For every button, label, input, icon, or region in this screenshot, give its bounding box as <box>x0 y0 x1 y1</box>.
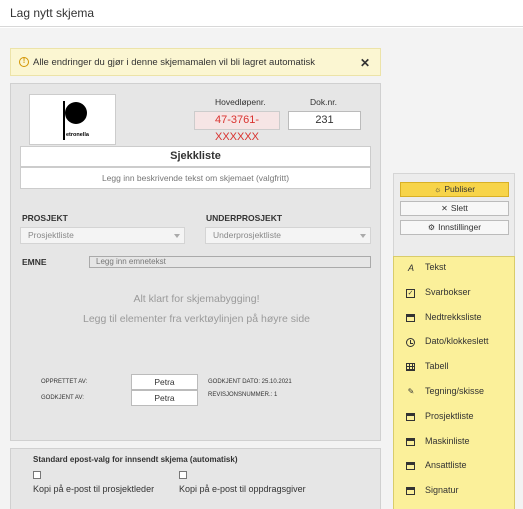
element-toolbox: A Tekst ✓ Svarbokser Nedtrekksliste Dato… <box>393 256 515 509</box>
form-title-input[interactable]: Sjekkliste <box>20 146 371 167</box>
hovedlopenr-field[interactable]: 47-3761-XXXXXX <box>194 111 280 143</box>
pencil-icon: ✎ <box>407 387 415 396</box>
empty-state-title: Alt klart for skjemabygging! <box>133 293 260 305</box>
gear-icon: ⚙ <box>427 223 436 232</box>
chevron-down-icon <box>174 234 180 238</box>
prosjektleder-checkbox-label: Kopi på e-post til prosjektleder <box>33 484 155 494</box>
email-options-heading: Standard epost-valg for innsendt skjema … <box>33 455 238 464</box>
prosjekt-label: PROSJEKT <box>22 213 68 223</box>
doknr-field[interactable]: 231 <box>288 111 361 130</box>
window-title: Lag nytt skjema <box>0 0 523 27</box>
chevron-down-icon <box>360 234 366 238</box>
table-icon <box>406 462 415 471</box>
prosjektleder-checkbox[interactable] <box>33 471 41 479</box>
table-icon <box>406 437 415 446</box>
checkbox-icon: ✓ <box>406 288 415 298</box>
underprosjekt-select[interactable]: Underprosjektliste <box>205 227 371 244</box>
oppdragsgiver-checkbox[interactable] <box>179 471 187 479</box>
form-description-input[interactable]: Legg inn beskrivende tekst om skjemaet (… <box>20 167 371 189</box>
oppdragsgiver-checkbox-label: Kopi på e-post til oppdragsgiver <box>179 484 306 494</box>
company-logo[interactable]: etronella <box>29 94 116 145</box>
autosave-notice: ! Alle endringer du gjør i denne skjemam… <box>10 48 381 76</box>
godkjent-field[interactable]: Petra <box>131 390 198 406</box>
opprettet-label: OPPRETTET AV: <box>41 379 88 385</box>
tool-maskinliste[interactable]: Maskinliste <box>394 431 514 456</box>
tool-ansattliste[interactable]: Ansattliste <box>394 455 514 480</box>
actions-panel: ☼ Publiser ✕ Slett ⚙ Innstillinger <box>393 173 515 266</box>
grid-icon <box>406 363 415 372</box>
close-icon[interactable]: ✕ <box>360 56 370 70</box>
godkjent-label: GODKJENT AV: <box>41 395 84 401</box>
underprosjekt-label: UNDERPROSJEKT <box>206 213 283 223</box>
tool-dato-klokkeslett[interactable]: Dato/klokkeslett <box>394 331 514 356</box>
empty-state-hint: Legg til elementer fra verktøylinjen på … <box>82 313 311 325</box>
tool-tekst[interactable]: A Tekst <box>394 257 514 282</box>
main-area: ! Alle endringer du gjør i denne skjemam… <box>0 28 523 509</box>
revisjonsnummer: REVISJONSNUMMER.: 1 <box>208 392 278 398</box>
form-panel: etronella Hovedløpenr. 47-3761-XXXXXX Do… <box>10 83 381 441</box>
close-icon: ✕ <box>441 204 448 213</box>
delete-button[interactable]: ✕ Slett <box>400 201 509 216</box>
tool-svarbokser[interactable]: ✓ Svarbokser <box>394 282 514 307</box>
table-icon <box>406 487 415 496</box>
godkjent-dato: GODKJENT DATO: 25.10.2021 <box>208 379 292 385</box>
logo-text: etronella <box>66 132 89 138</box>
table-icon <box>406 313 415 322</box>
emne-input[interactable]: Legg inn emnetekst <box>89 256 371 268</box>
settings-button[interactable]: ⚙ Innstillinger <box>400 220 509 235</box>
table-icon <box>406 412 415 421</box>
tool-prosjektliste[interactable]: Prosjektliste <box>394 406 514 431</box>
tool-signatur[interactable]: Signatur <box>394 480 514 505</box>
publish-button[interactable]: ☼ Publiser <box>400 182 509 197</box>
tool-tegning-skisse[interactable]: ✎ Tegning/skisse <box>394 381 514 406</box>
warning-icon: ! <box>19 57 29 67</box>
email-options-panel: Standard epost-valg for innsendt skjema … <box>10 448 381 509</box>
text-icon: A <box>407 263 414 273</box>
hovedlopenr-label: Hovedløpenr. <box>215 97 266 107</box>
doknr-label: Dok.nr. <box>310 97 337 107</box>
tool-nedtrekksliste[interactable]: Nedtrekksliste <box>394 307 514 332</box>
emne-label: EMNE <box>22 257 47 267</box>
tool-tabell[interactable]: Tabell <box>394 356 514 381</box>
globe-icon: ☼ <box>433 185 442 194</box>
notice-text: Alle endringer du gjør i denne skjemamal… <box>33 56 315 68</box>
opprettet-field[interactable]: Petra <box>131 374 198 390</box>
clock-icon <box>406 338 415 348</box>
prosjekt-select[interactable]: Prosjektliste <box>20 227 185 244</box>
